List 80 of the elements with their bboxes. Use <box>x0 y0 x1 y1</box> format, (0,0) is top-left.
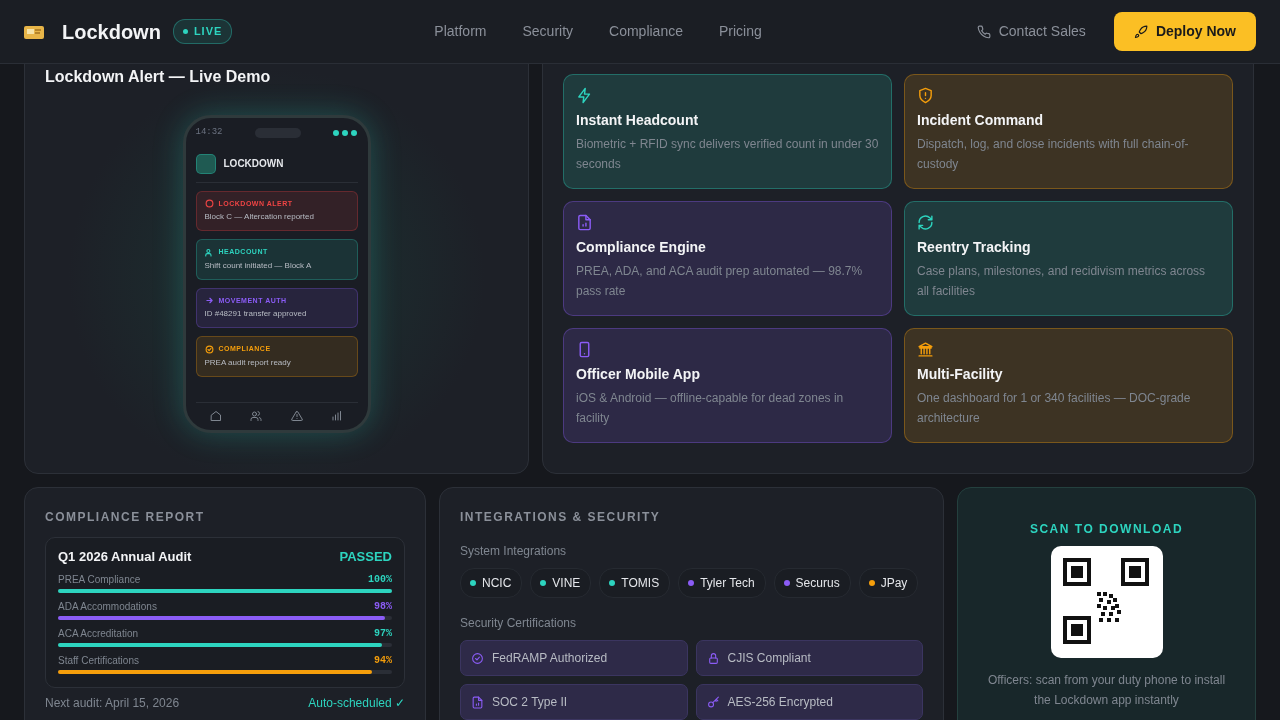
metric-value: 98% <box>374 599 392 613</box>
feature-title: Multi-Facility <box>917 365 1004 384</box>
lock-icon <box>706 651 720 665</box>
integration-chip[interactable]: TOMIS <box>599 568 671 598</box>
phone-icon <box>976 24 991 39</box>
feature-card[interactable]: Compliance Engine PREA, ADA, and ACA audit prep automated — 98.7% pass rate <box>563 201 892 316</box>
feature-title: Compliance Engine <box>576 238 707 257</box>
feature-description: Case plans, milestones, and recidivism metrics across all facilities <box>917 263 1207 300</box>
contact-sales-link[interactable]: Contact Sales <box>976 21 1086 42</box>
auto-scheduled-text: Auto-scheduled ✓ <box>308 695 405 711</box>
certification-badge: FedRAMP Authorized <box>460 640 688 676</box>
metric-value: 100% <box>368 572 392 586</box>
download-caption: Officers: scan from your duty phone to install the Lockdown app instantly <box>986 672 1227 709</box>
nav-link[interactable]: Pricing <box>719 21 762 42</box>
feature-card[interactable]: Instant Headcount Biometric + RFID sync delivers verified count in under 30 seconds <box>563 74 892 189</box>
feature-title: Instant Headcount <box>576 111 700 130</box>
feature-description: One dashboard for 1 or 340 facilities — DOC-grade architecture <box>917 390 1192 427</box>
demo-title: Lockdown Alert — Live Demo <box>45 67 272 87</box>
subsection-label: System Integrations <box>460 543 568 560</box>
certification-badge: CJIS Compliant <box>695 640 923 676</box>
next-audit-text: Next audit: April 15, 2026 <box>45 695 180 711</box>
download-heading: SCAN TO DOWNLOAD <box>1028 521 1185 538</box>
audit-status: PASSED <box>339 548 392 566</box>
feature-card[interactable]: Reentry Tracking Case plans, milestones, and recidivism metrics across all facilities <box>904 201 1233 316</box>
deploy-button[interactable]: Deploy Now <box>1113 12 1256 51</box>
document-icon <box>471 695 484 709</box>
feature-description: Dispatch, log, and close incidents with full chain-of-custody <box>917 136 1190 173</box>
feature-card[interactable]: Incident Command Dispatch, log, and close incidents with full chain-of-custody <box>904 74 1233 189</box>
signal-dots <box>333 129 358 136</box>
users-icon <box>250 410 263 422</box>
feature-description: Biometric + RFID sync delivers verified count in under 30 seconds <box>576 136 879 173</box>
logo-icon <box>24 23 44 40</box>
metric-label: PREA Compliance <box>58 572 141 586</box>
live-badge: LIVE <box>172 19 233 44</box>
section-heading: COMPLIANCE REPORT <box>45 509 206 526</box>
integration-chip[interactable]: Securus <box>773 568 851 598</box>
notification-text: ID #48291 transfer approved <box>204 308 308 320</box>
feature-description: iOS & Android — offline-capable for dead zones in facility <box>576 390 845 427</box>
integration-chip[interactable]: VINE <box>530 568 592 598</box>
key-icon <box>706 695 720 709</box>
phone-time: 14:32 <box>195 126 223 139</box>
feature-title: Reentry Tracking <box>917 238 1032 257</box>
app-title: LOCKDOWN <box>223 157 284 171</box>
nav-link[interactable]: Security <box>522 21 574 42</box>
rocket-icon <box>1133 24 1148 39</box>
refresh-icon <box>917 214 934 231</box>
home-icon <box>209 410 222 422</box>
badge-check-icon <box>471 651 484 665</box>
bank-icon <box>917 341 934 358</box>
integration-chip[interactable]: JPay <box>858 568 919 598</box>
integration-chip[interactable]: Tyler Tech <box>678 568 766 598</box>
audit-title: Q1 2026 Annual Audit <box>58 548 192 566</box>
warning-icon <box>290 410 303 422</box>
app-icon <box>195 153 216 174</box>
feature-description: PREA, ADA, and ACA audit prep automated — 98.7% pass rate <box>576 263 864 300</box>
metric-label: ACA Accreditation <box>58 626 139 640</box>
nav-link[interactable]: Platform <box>434 21 487 42</box>
document-icon <box>576 214 593 231</box>
notification-text: PREA audit report ready <box>204 356 292 369</box>
metric-value: 94% <box>374 653 392 667</box>
feature-card[interactable]: Officer Mobile App iOS & Android — offline-capable for dead zones in facility <box>563 328 892 443</box>
shield-icon <box>917 87 934 104</box>
bar-chart-icon <box>331 410 344 422</box>
subsection-label: Security Certifications <box>460 615 578 632</box>
lightning-icon <box>576 87 593 104</box>
notification-text: Block C — Altercation reported <box>204 211 315 223</box>
metric-value: 97% <box>374 626 392 640</box>
feature-title: Incident Command <box>917 111 1044 130</box>
notification-text: Shift count initiated — Block A <box>204 259 313 272</box>
certification-badge: SOC 2 Type II <box>460 684 688 720</box>
certification-badge: AES-256 Encrypted <box>695 684 923 720</box>
status-dot <box>182 29 188 34</box>
integration-chip[interactable]: NCIC <box>460 568 523 598</box>
section-heading: INTEGRATIONS & SECURITY <box>460 509 662 526</box>
metric-label: ADA Accommodations <box>58 599 157 613</box>
nav-link[interactable]: Compliance <box>609 21 683 42</box>
feature-card[interactable]: Multi-Facility One dashboard for 1 or 340 facilities — DOC-grade architecture <box>904 328 1233 443</box>
feature-title: Officer Mobile App <box>576 365 701 384</box>
metric-label: Staff Certifications <box>58 653 139 667</box>
brand-name[interactable]: Lockdown <box>62 16 161 47</box>
